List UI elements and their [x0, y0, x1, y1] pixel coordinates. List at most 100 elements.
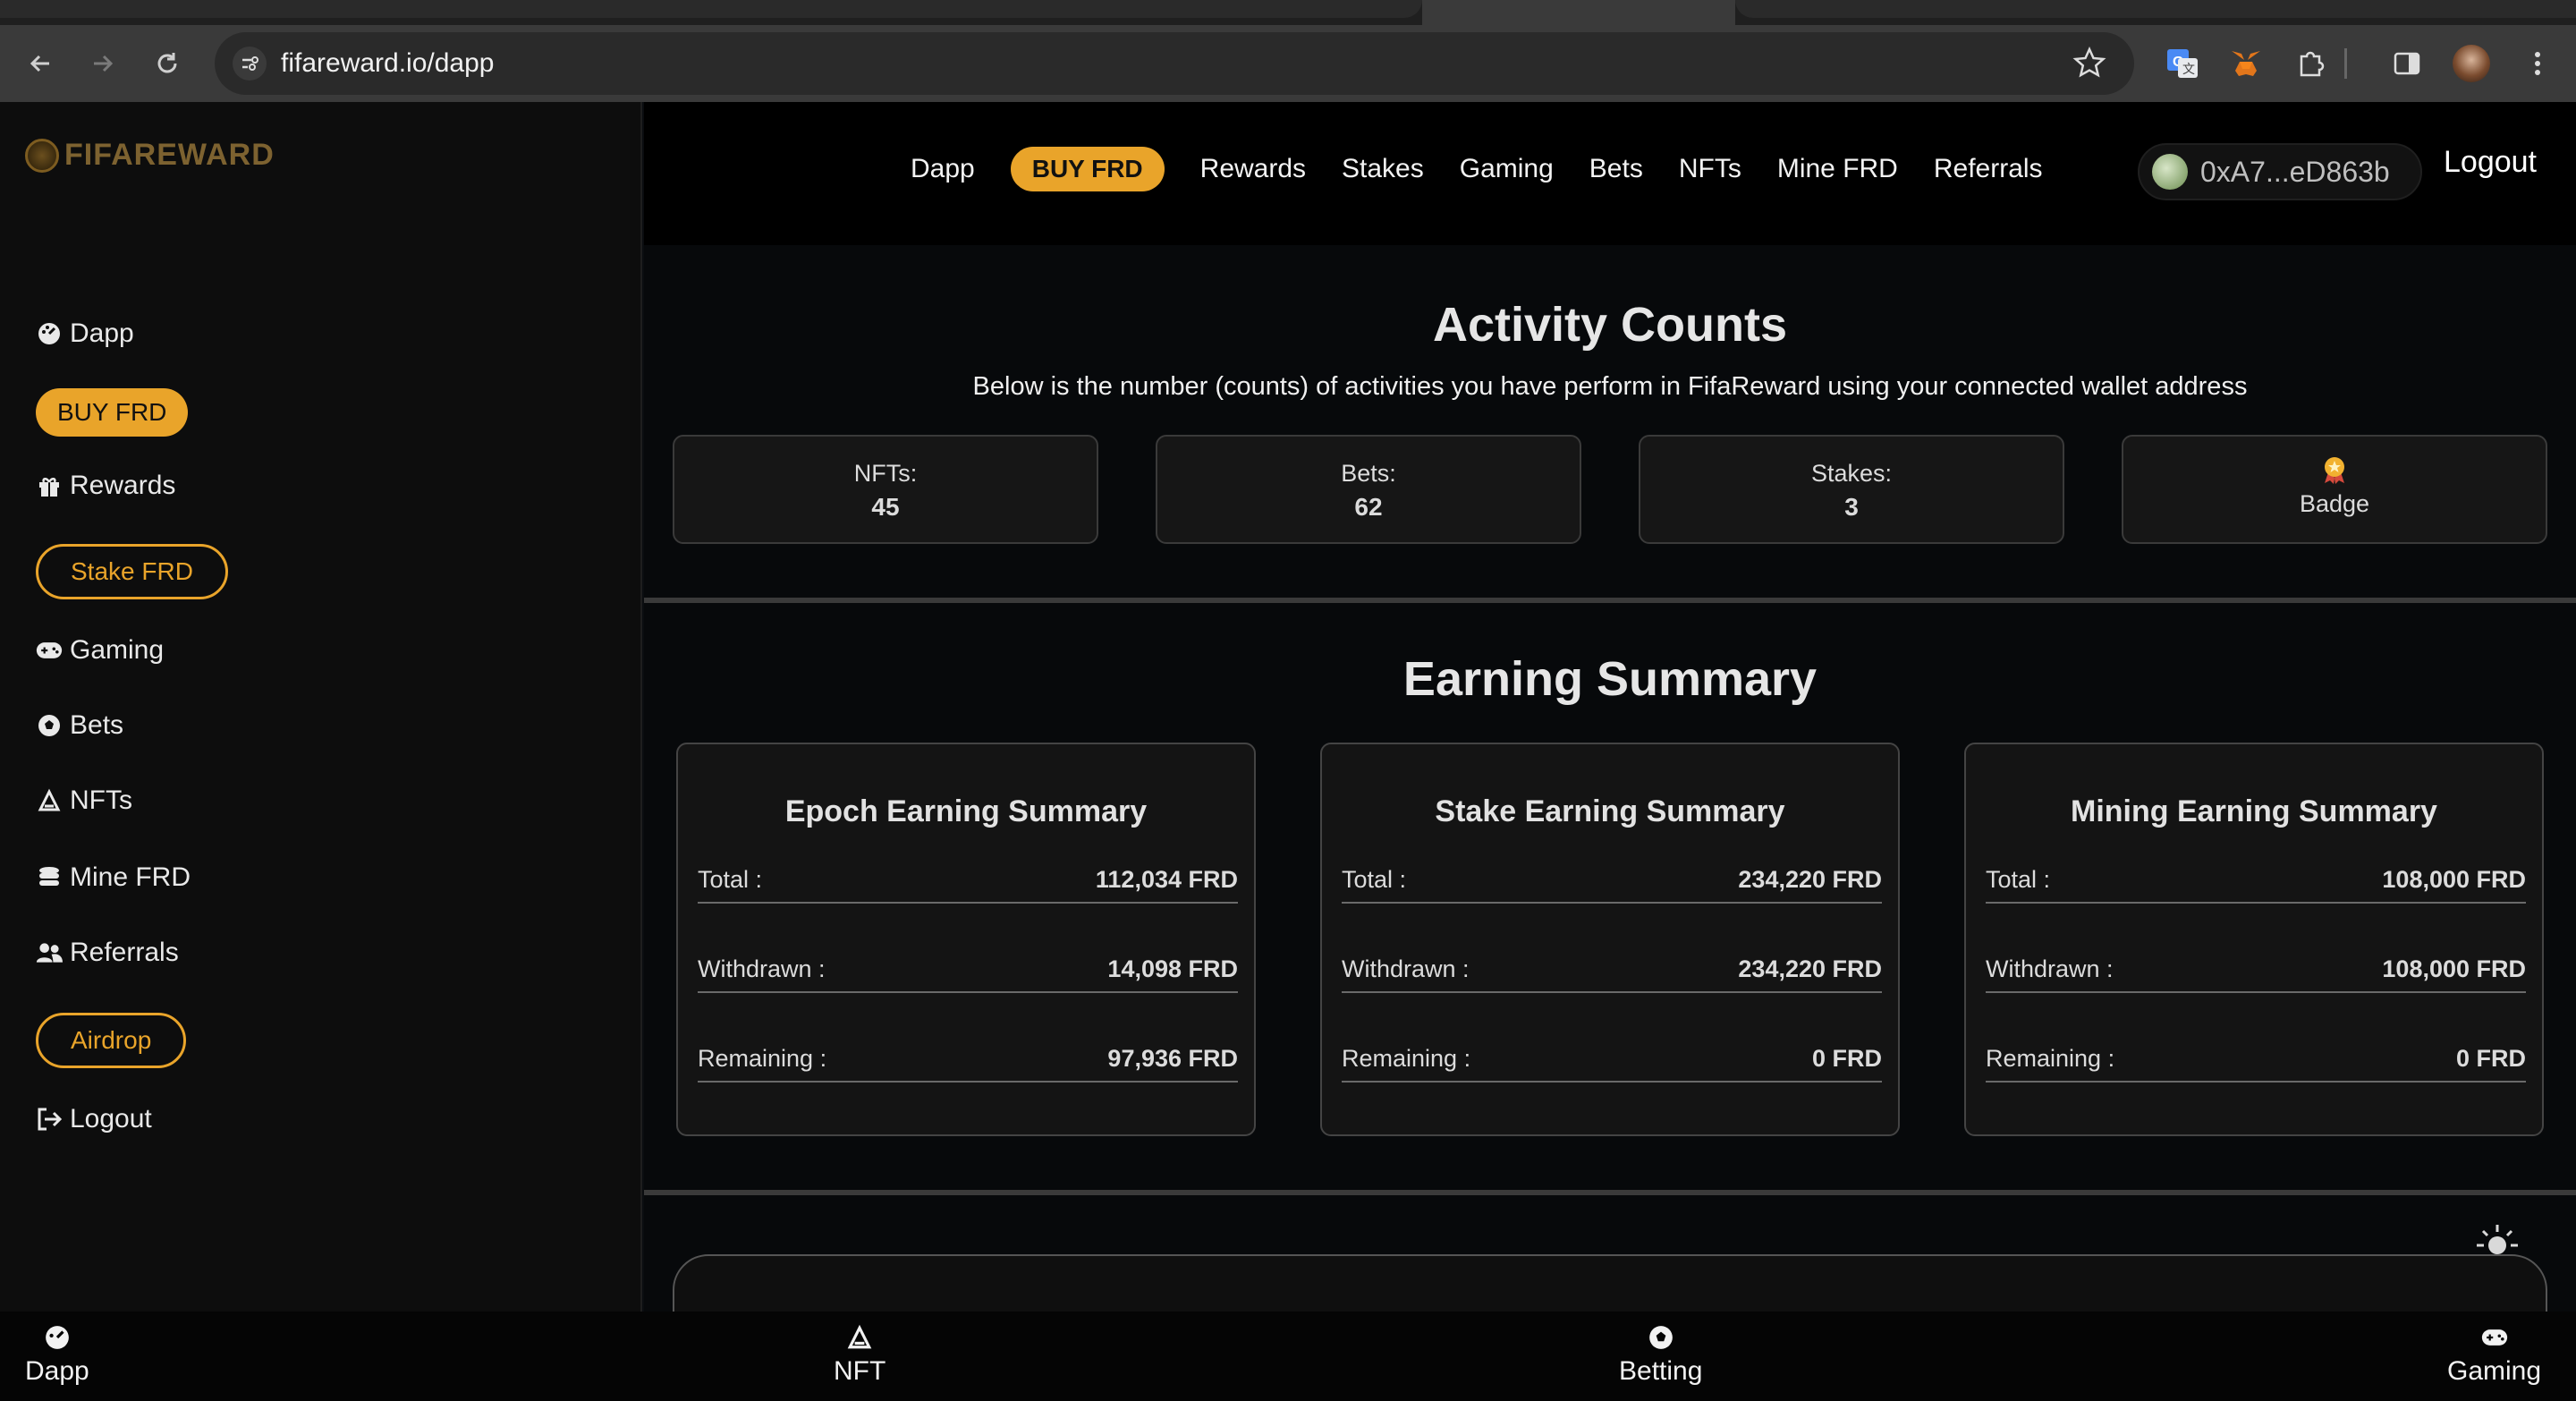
earning-row-value: 234,220 FRD — [1738, 866, 1882, 893]
browser-toolbar: fifareward.io/dapp G文 — [0, 25, 2576, 102]
activity-counts-subtitle: Below is the number (counts) of activiti… — [972, 372, 2248, 401]
sidebar-item-nfts[interactable]: NFTs — [36, 785, 132, 816]
earning-row-label: Withdrawn : — [1342, 955, 1470, 982]
earning-row-value: 234,220 FRD — [1738, 955, 1882, 982]
browser-tab[interactable] — [0, 0, 1422, 18]
earning-row-value: 0 FRD — [1811, 1045, 1882, 1072]
browser-tab[interactable] — [1735, 0, 2576, 18]
earning-row-label: Total : — [1986, 866, 2051, 893]
logo-text: FIFAREWARD — [64, 138, 275, 172]
sidebar-item-rewards[interactable]: Rewards — [36, 471, 175, 501]
sidebar-item-label: Mine FRD — [70, 862, 191, 892]
section-divider — [644, 598, 2576, 603]
nav-link-nfts[interactable]: NFTs — [1679, 154, 1741, 184]
count-label: Bets: — [1341, 460, 1396, 487]
toolbar-divider — [2343, 43, 2347, 84]
nav-link-bets[interactable]: Bets — [1589, 154, 1643, 184]
side-panel-icon[interactable] — [2386, 43, 2428, 84]
earning-row-label: Remaining : — [698, 1045, 827, 1072]
bottom-nav-gaming[interactable]: Gaming — [2447, 1324, 2541, 1387]
sidebar-item-gaming[interactable]: Gaming — [36, 635, 164, 666]
soccer-ball-icon — [1648, 1326, 1673, 1349]
earning-row-total: Total : 112,034 FRD — [698, 862, 1238, 904]
nav-link-mine-frd[interactable]: Mine FRD — [1777, 154, 1898, 184]
url-text[interactable]: fifareward.io/dapp — [281, 48, 494, 79]
earning-row-value: 112,034 FRD — [1095, 866, 1238, 893]
sidebar-airdrop-button[interactable]: Airdrop — [36, 1013, 187, 1068]
wallet-connect-button[interactable]: 0xA7...eD863b — [2138, 143, 2422, 200]
back-icon[interactable] — [20, 43, 61, 84]
sidebar-item-dapp[interactable]: Dapp — [36, 318, 134, 349]
nav-link-dapp[interactable]: Dapp — [911, 154, 975, 184]
dashboard-gauge-icon — [36, 320, 63, 347]
logo[interactable]: FIFAREWARD — [25, 138, 275, 173]
nfts-count-card: NFTs: 45 — [673, 435, 1098, 544]
top-nav-links: Dapp BUY FRD Rewards Stakes Gaming Bets … — [911, 147, 2043, 191]
extensions-puzzle-icon[interactable] — [2290, 43, 2331, 84]
browser-menu-icon[interactable] — [2517, 43, 2558, 84]
forward-icon[interactable] — [82, 43, 123, 84]
bottom-nav-nft[interactable]: NFT — [834, 1324, 886, 1387]
site-settings-icon[interactable] — [233, 47, 267, 81]
svg-text:文: 文 — [2182, 62, 2195, 76]
count-label: Stakes: — [1810, 460, 1893, 487]
earning-row-label: Withdrawn : — [698, 955, 826, 982]
section-divider — [644, 1190, 2576, 1195]
sidebar-item-logout[interactable]: Logout — [36, 1104, 152, 1134]
reload-icon[interactable] — [147, 43, 188, 84]
opensea-nft-icon — [847, 1324, 872, 1349]
app-root: fifareward.io/dapp G文 FIFA — [0, 0, 2576, 1401]
sidebar-item-label: Rewards — [70, 471, 176, 500]
bets-count-card: Bets: 62 — [1156, 435, 1581, 544]
wallet-avatar-icon — [2152, 154, 2188, 190]
sidebar-buy-frd-button[interactable]: BUY FRD — [36, 388, 189, 437]
earning-row-remaining: Remaining : 97,936 FRD — [698, 1041, 1238, 1083]
bottom-nav-label: Betting — [1619, 1356, 1703, 1386]
browser-tab-active[interactable] — [1422, 0, 1735, 25]
dashboard-gauge-icon — [46, 1326, 69, 1349]
top-logout-link[interactable]: Logout — [2444, 145, 2537, 180]
metamask-fox-icon[interactable] — [2225, 43, 2267, 84]
sidebar-item-label: Stake FRD — [71, 557, 193, 585]
earning-card-title: Mining Earning Summary — [2071, 794, 2437, 828]
sidebar-item-label: Bets — [70, 710, 124, 740]
earning-row-withdrawn: Withdrawn : 108,000 FRD — [1986, 952, 2526, 993]
count-value: 3 — [1844, 493, 1859, 521]
nav-link-referrals[interactable]: Referrals — [1934, 154, 2043, 184]
earning-row-total: Total : 234,220 FRD — [1342, 862, 1882, 904]
sidebar-item-label: BUY FRD — [57, 398, 167, 426]
count-label: NFTs: — [853, 460, 918, 487]
earning-row-label: Remaining : — [1986, 1045, 2115, 1072]
award-badge-icon — [2319, 454, 2350, 485]
sidebar-item-label: Logout — [70, 1104, 152, 1134]
sidebar-item-label: Referrals — [70, 938, 179, 967]
nav-link-gaming[interactable]: Gaming — [1460, 154, 1554, 184]
earning-row-value: 14,098 FRD — [1107, 955, 1238, 982]
wallet-address: 0xA7...eD863b — [2200, 155, 2390, 188]
sidebar-item-label: Gaming — [70, 635, 165, 665]
nav-buy-frd-button[interactable]: BUY FRD — [1010, 147, 1165, 191]
mining-earning-card: Mining Earning Summary Total : 108,000 F… — [1964, 743, 2544, 1136]
sidebar-item-label: NFTs — [70, 785, 132, 815]
nav-link-rewards[interactable]: Rewards — [1200, 154, 1306, 184]
profile-avatar[interactable] — [2451, 43, 2492, 84]
stakes-count-card: Stakes: 3 — [1639, 435, 2064, 544]
stake-earning-card: Stake Earning Summary Total : 234,220 FR… — [1320, 743, 1900, 1136]
sidebar-item-referrals[interactable]: Referrals — [36, 938, 179, 968]
bottom-nav-dapp[interactable]: Dapp — [25, 1324, 89, 1387]
earning-row-remaining: Remaining : 0 FRD — [1342, 1041, 1882, 1083]
earning-card-title: Stake Earning Summary — [1435, 794, 1785, 828]
badge-card[interactable]: Badge — [2122, 435, 2547, 544]
sidebar-item-mine-frd[interactable]: Mine FRD — [36, 862, 191, 893]
bookmark-star-icon[interactable] — [2072, 45, 2107, 85]
address-bar[interactable]: fifareward.io/dapp — [215, 32, 2134, 95]
sidebar-stake-frd-button[interactable]: Stake FRD — [36, 544, 228, 599]
translate-icon[interactable]: G文 — [2163, 43, 2204, 84]
sidebar-item-bets[interactable]: Bets — [36, 710, 123, 741]
earning-row-value: 108,000 FRD — [2382, 955, 2526, 982]
earning-row-label: Total : — [698, 866, 763, 893]
logout-icon — [36, 1106, 63, 1133]
nav-link-stakes[interactable]: Stakes — [1342, 154, 1424, 184]
bottom-nav-betting[interactable]: Betting — [1619, 1324, 1702, 1387]
top-navigation: Dapp BUY FRD Rewards Stakes Gaming Bets … — [644, 102, 2576, 245]
